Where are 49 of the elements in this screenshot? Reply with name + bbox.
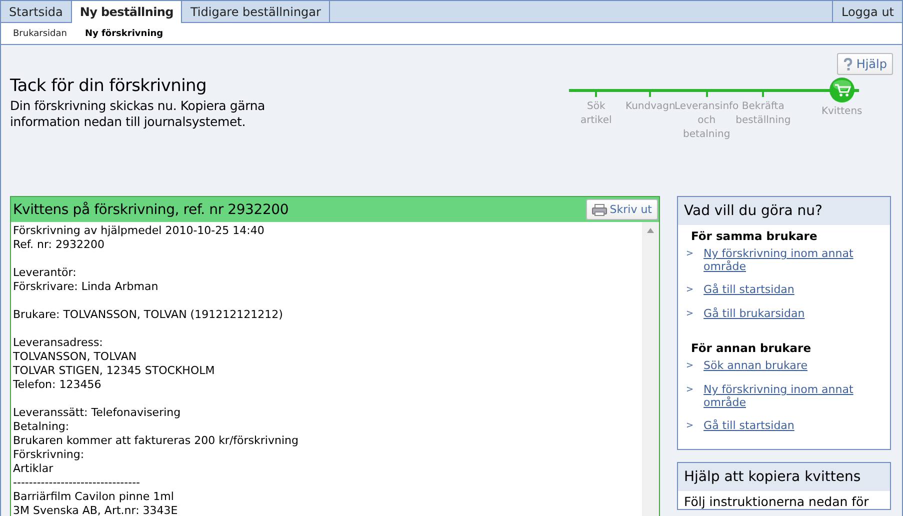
action-link[interactable]: Ny förskrivning inom annat område <box>704 247 869 273</box>
panel-title: Vad vill du göra nu? <box>678 197 890 225</box>
link-marker: > <box>686 360 694 373</box>
step-label: Kundvagn <box>626 100 676 114</box>
section-heading: För samma brukare <box>691 229 818 243</box>
step-label: Kvittens <box>821 105 862 119</box>
receipt-line: Artiklar <box>13 462 54 476</box>
receipt-line: 3M Svenska AB, Art.nr: 3343E <box>13 504 179 516</box>
breadcrumb-link[interactable]: Brukarsidan <box>13 28 67 38</box>
receipt-line: TOLVAR STIGEN, 12345 STOCKHOLM <box>13 364 216 378</box>
panel-title: Hjälp att kopiera kvittens <box>678 463 890 491</box>
nav-tab[interactable]: Ny beställning <box>72 1 182 23</box>
scrollbar[interactable] <box>642 222 659 516</box>
receipt-line: Leveransadress: <box>13 336 104 350</box>
receipt-line: Brukare: TOLVANSSON, TOLVAN (191212121212) <box>13 308 284 322</box>
step-label: Sök artikel <box>580 100 612 128</box>
scroll-up-icon[interactable] <box>647 228 654 233</box>
link-marker: > <box>686 284 694 297</box>
link-marker: > <box>686 308 694 321</box>
receipt-line: Telefon: 123456 <box>13 378 102 392</box>
help-text: Följ instruktionerna nedan för <box>683 493 870 509</box>
action-link[interactable]: Gå till startsidan <box>704 419 869 432</box>
link-marker: > <box>686 420 694 433</box>
action-link[interactable]: Gå till brukarsidan <box>704 307 869 320</box>
help-button[interactable]: Hjälp <box>837 53 893 75</box>
link-marker: > <box>686 248 694 261</box>
section-heading: För annan brukare <box>691 341 812 355</box>
action-link[interactable]: Sök annan brukare <box>704 359 869 372</box>
printer-icon <box>592 204 607 216</box>
intro-text: Din förskrivning skickas nu. Kopiera gärna information nedan till journalsystemet. <box>10 98 266 130</box>
receipt-line: Leveranssätt: Telefonavisering <box>13 406 182 420</box>
action-link[interactable]: Ny förskrivning inom annat område <box>704 383 869 409</box>
receipt-line: Förskrivning av hjälpmedel 2010-10-25 14:40 <box>13 224 266 238</box>
receipt-line: Betalning: <box>13 420 70 434</box>
page-heading: Tack för din förskrivning <box>10 76 208 96</box>
link-marker: > <box>686 384 694 397</box>
print-button[interactable]: Skriv ut <box>586 199 658 220</box>
action-link[interactable]: Gå till startsidan <box>704 283 869 296</box>
receipt-line: Ref. nr: 2932200 <box>13 238 106 252</box>
receipt-line: Leverantör: <box>13 266 78 280</box>
receipt-line: -------------------------------- <box>13 476 142 490</box>
receipt-line: Förskrivare: Linda Arbman <box>13 280 160 294</box>
question-icon <box>843 58 854 70</box>
breadcrumb-link[interactable]: Ny förskrivning <box>84 28 164 38</box>
receipt-line: Barriärfilm Cavilon pinne 1ml <box>13 490 175 504</box>
receipt-line: Förskrivning: <box>13 448 86 462</box>
receipt-line: TOLVANSSON, TOLVAN <box>13 350 138 364</box>
receipt-title: Kvittens på förskrivning, ref. nr 2932200 <box>13 202 289 218</box>
receipt-line: Brukaren kommer att faktureras 200 kr/förskrivning <box>13 434 300 448</box>
